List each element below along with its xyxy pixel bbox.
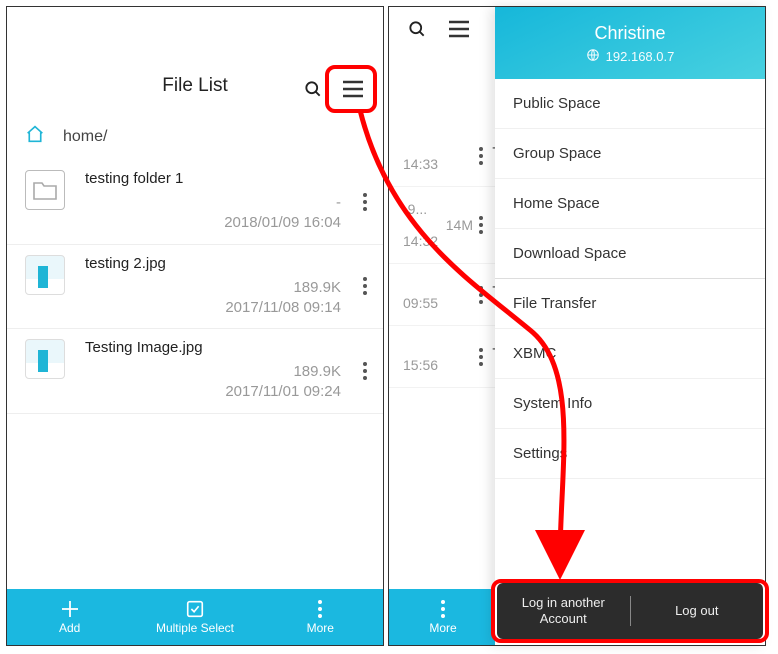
image-thumbnail-icon [25,339,65,379]
drawer-header: Christine 192.168.0.7 [495,7,765,79]
search-icon[interactable] [407,19,427,44]
file-date: 2018/01/09 16:04 [85,213,341,233]
file-more-icon[interactable] [363,193,367,211]
server-ip: 192.168.0.7 [495,48,765,65]
file-more-icon[interactable] [479,348,483,366]
globe-icon [586,48,600,65]
file-more-icon[interactable] [479,147,483,165]
more-button[interactable]: More [258,589,383,645]
drawer-item-system-info[interactable]: System Info [495,379,765,429]
screen-file-list: File List home/ [6,6,384,646]
drawer-footer: Log in another Account Log out [497,583,763,639]
list-item[interactable]: testing folder 1 - 2018/01/09 16:04 [7,160,383,245]
breadcrumb[interactable]: home/ [7,117,383,160]
list-item[interactable]: - 09:55 [389,264,497,326]
file-size: 189.9K [85,362,341,382]
file-more-icon[interactable] [479,216,483,234]
drawer-item-home-space[interactable]: Home Space [495,179,765,229]
file-size: - [85,193,341,213]
file-date: 2017/11/01 09:24 [85,382,341,402]
breadcrumb-path: home/ [63,128,107,146]
list-item[interactable]: testing 2.jpg 189.9K 2017/11/08 09:14 [7,245,383,330]
add-button[interactable]: Add [7,589,132,645]
file-more-icon[interactable] [479,286,483,304]
screen-drawer-open: - 14:33 -9... 14M 14:32 - 09:55 - 15:56 [388,6,766,646]
login-another-account-button[interactable]: Log in another Account [497,595,630,628]
more-button[interactable]: More [389,589,497,645]
drawer-item-settings[interactable]: Settings [495,429,765,479]
drawer-item-download-space[interactable]: Download Space [495,229,765,279]
page-title: File List [162,75,227,97]
bottom-toolbar: Add Multiple Select More [7,589,383,645]
file-size: 189.9K [85,278,341,298]
file-list-partial: - 14:33 -9... 14M 14:32 - 09:55 - 15:56 [389,125,497,388]
list-item[interactable]: - 14:33 [389,125,497,187]
list-item[interactable]: - 15:56 [389,326,497,388]
file-date: 2017/11/08 09:14 [85,298,341,318]
logout-button[interactable]: Log out [631,603,764,619]
file-name: testing 2.jpg [85,255,365,272]
drawer-item-xbmc[interactable]: XBMC [495,329,765,379]
hamburger-menu-icon[interactable] [447,19,471,44]
home-icon[interactable] [25,125,45,148]
drawer-item-file-transfer[interactable]: File Transfer [495,279,765,329]
file-more-icon[interactable] [363,277,367,295]
header: File List [7,7,383,117]
account-name: Christine [495,23,765,44]
file-list: testing folder 1 - 2018/01/09 16:04 test… [7,160,383,414]
file-more-icon[interactable] [363,362,367,380]
file-name: testing folder 1 [85,170,365,187]
folder-icon [25,170,65,210]
search-icon[interactable] [303,79,323,99]
hamburger-menu-icon[interactable] [341,79,365,99]
file-name: Testing Image.jpg [85,339,365,356]
multiple-select-button[interactable]: Multiple Select [132,589,257,645]
list-item[interactable]: Testing Image.jpg 189.9K 2017/11/01 09:2… [7,329,383,414]
drawer-item-group-space[interactable]: Group Space [495,129,765,179]
side-drawer: Christine 192.168.0.7 Public Space Group… [495,7,765,645]
drawer-item-public-space[interactable]: Public Space [495,79,765,129]
list-item[interactable]: -9... 14M 14:32 [389,187,497,264]
image-thumbnail-icon [25,255,65,295]
